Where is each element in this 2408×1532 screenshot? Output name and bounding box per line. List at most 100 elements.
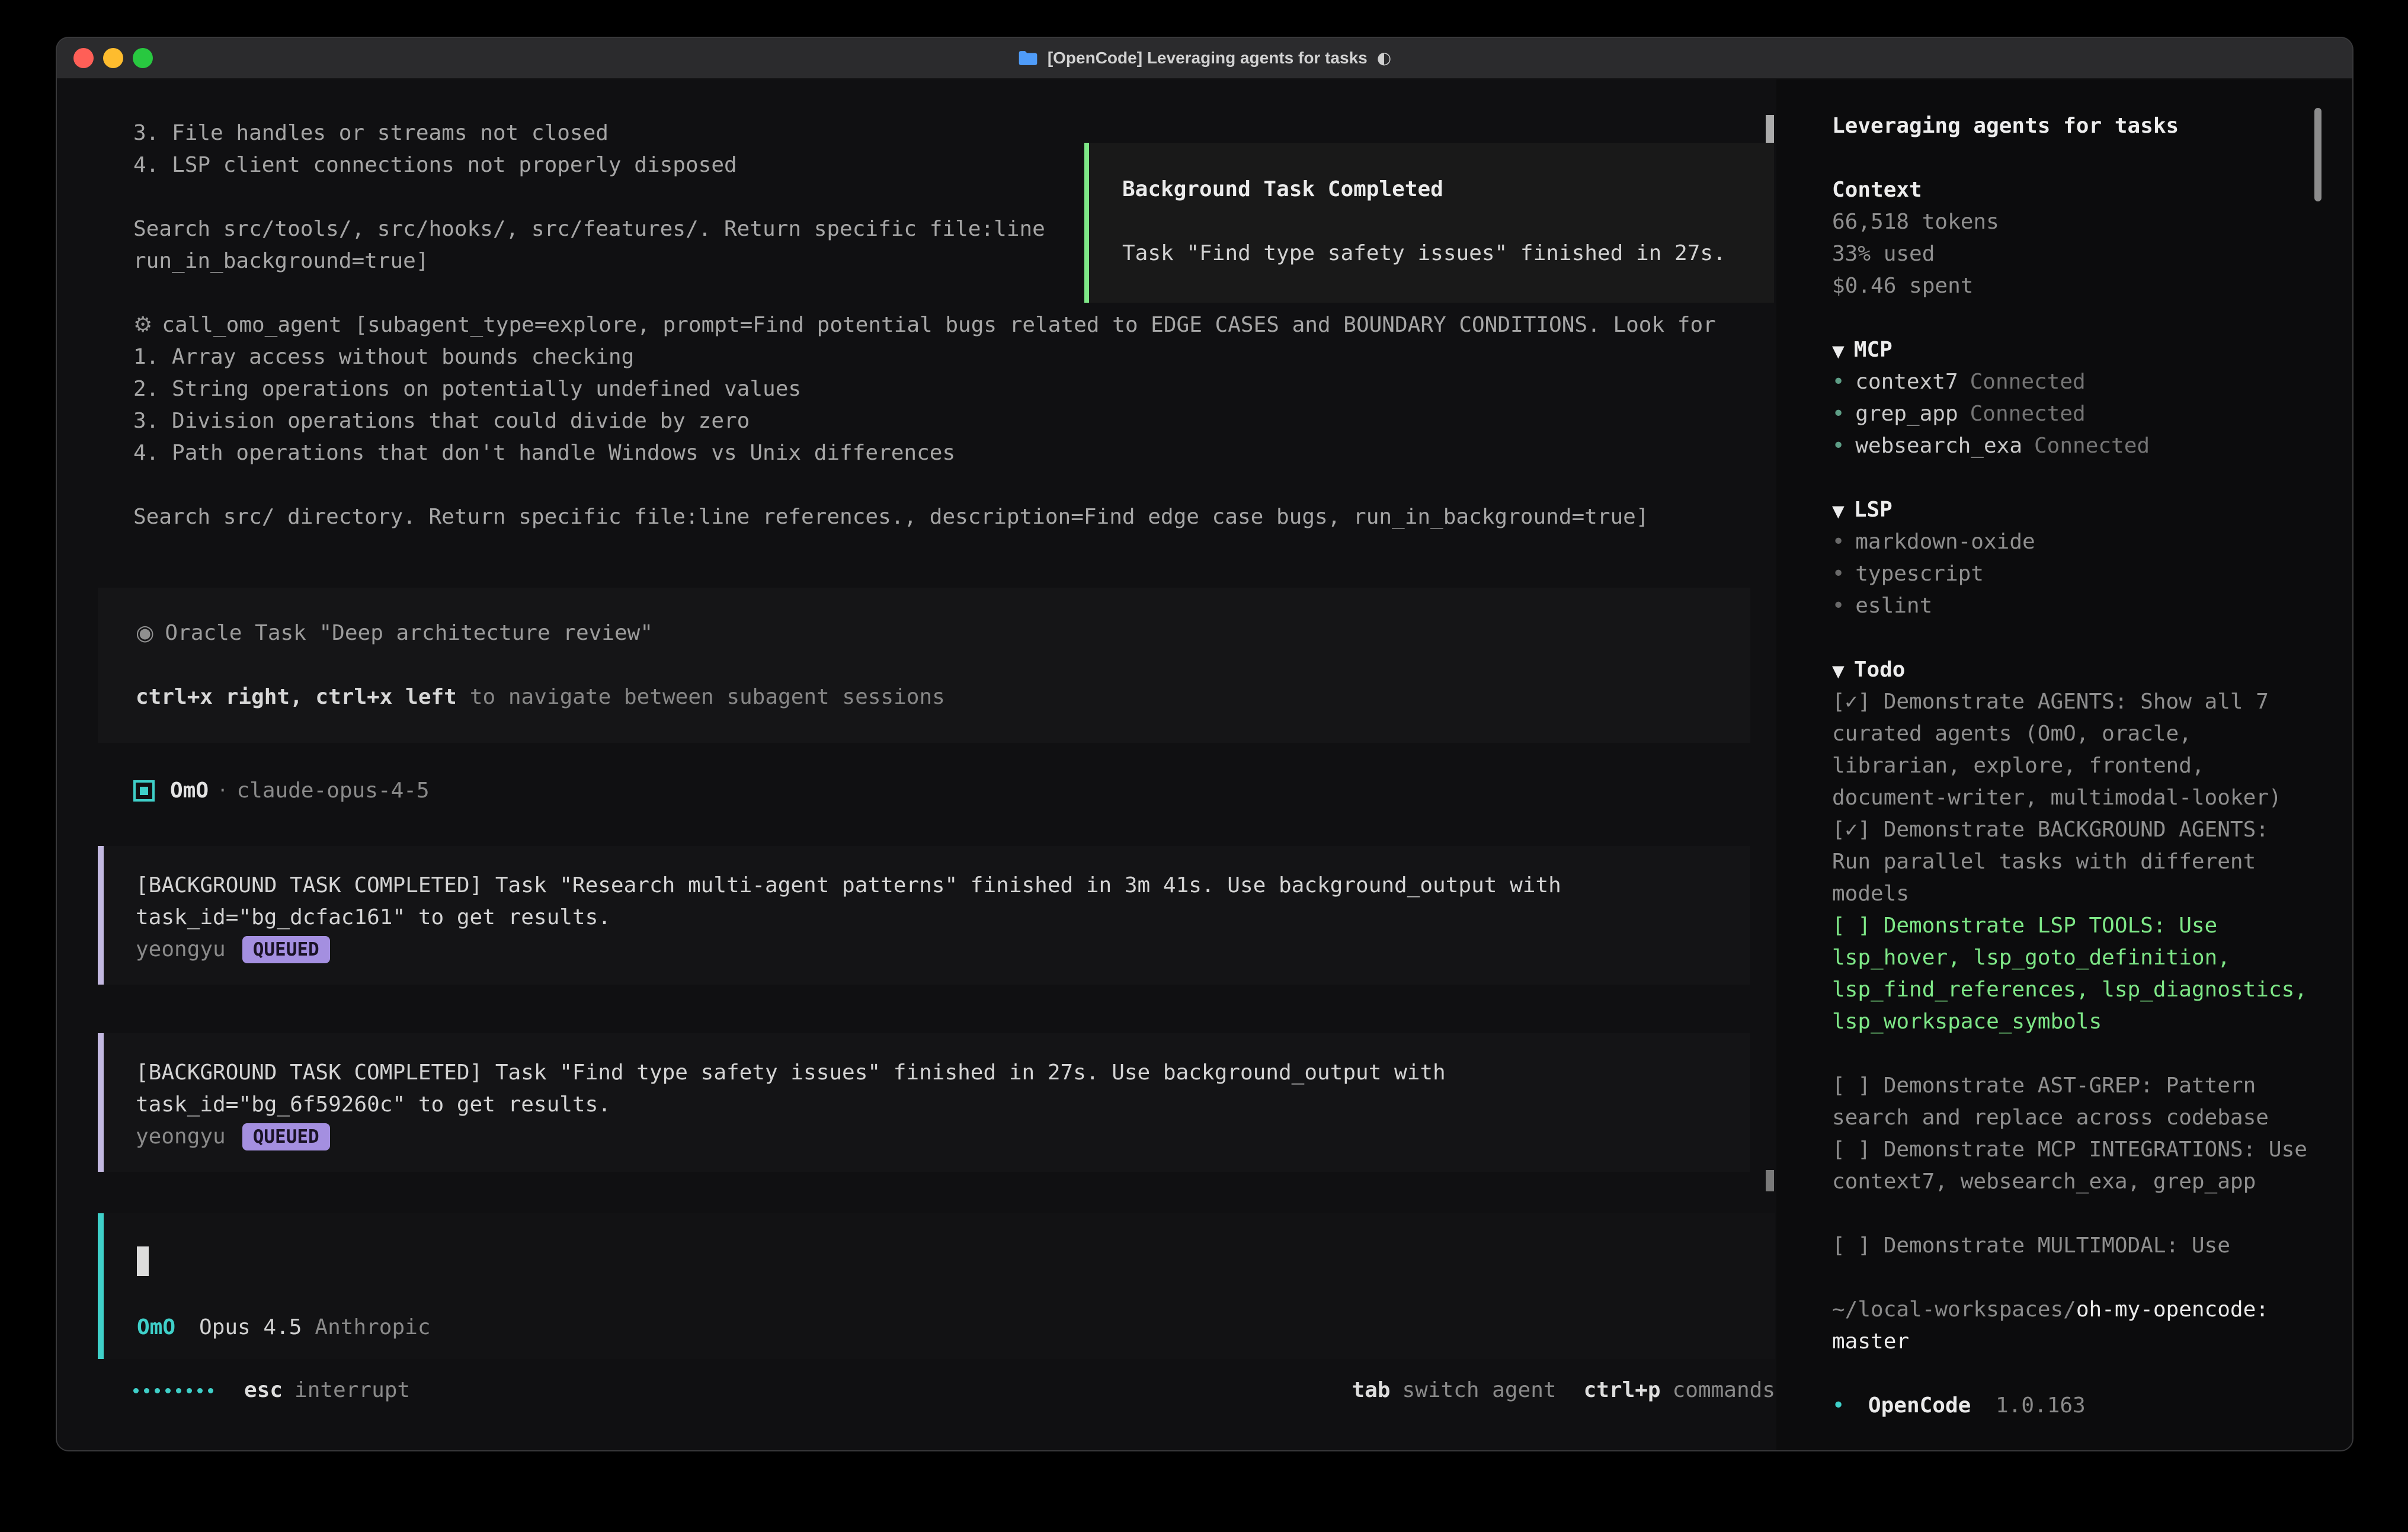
oracle-navigation-hint: ctrl+x right, ctrl+x left to navigate bet…: [136, 681, 1712, 713]
terminal-line: 1. Array access without bounds checking: [98, 341, 1750, 373]
todo-section: ▼Todo [✓] Demonstrate AGENTS: Show all 7…: [1832, 654, 2319, 1262]
app-version: • OpenCode 1.0.163: [1832, 1390, 2319, 1422]
window-title: [OpenCode] Leveraging agents for tasks ◐: [57, 38, 2352, 78]
todo-heading[interactable]: ▼Todo: [1832, 654, 2319, 686]
mcp-item: •context7Connected: [1832, 366, 2319, 398]
background-task-toast: Background Task Completed Task "Find typ…: [1084, 143, 1774, 303]
todo-item: [ ] Demonstrate MCP INTEGRATIONS: Use co…: [1832, 1134, 2319, 1198]
bullet-icon: •: [1832, 562, 1845, 586]
session-title: Leveraging agents for tasks: [1832, 110, 2319, 142]
text-cursor: [137, 1246, 149, 1276]
chevron-down-icon: ▼: [1832, 502, 1845, 521]
tab-label: switch agent: [1402, 1374, 1556, 1406]
terminal-line: Search src/ directory. Return specific f…: [98, 501, 1750, 533]
toast-title: Background Task Completed: [1122, 174, 1750, 206]
todo-item: [✓] Demonstrate BACKGROUND AGENTS: Run p…: [1832, 814, 2319, 910]
input-model-info: OmO Opus 4.5 Anthropic: [137, 1312, 1742, 1344]
context-tokens: 66,518 tokens: [1832, 206, 2319, 238]
message-author: yeongyu: [136, 934, 226, 966]
tool-call-line: ⚙ call_omo_agent [subagent_type=explore, …: [98, 309, 1750, 341]
bullet-icon: •: [1832, 370, 1845, 394]
input-model-name: Opus 4.5: [199, 1312, 302, 1344]
commands-key: ctrl+p: [1584, 1374, 1661, 1406]
mcp-item: •websearch_exaConnected: [1832, 430, 2319, 462]
esc-label: interrupt: [294, 1374, 410, 1406]
app-version-number: 1.0.163: [1996, 1393, 2086, 1418]
terminal-line: 3. Division operations that could divide…: [98, 405, 1750, 437]
message-text: [BACKGROUND TASK COMPLETED] Task "Find t…: [136, 1057, 1727, 1089]
toast-body: Task "Find type safety issues" finished …: [1122, 238, 1750, 270]
bullet-icon: •: [1832, 1393, 1845, 1418]
close-button[interactable]: [73, 48, 94, 68]
mcp-item: •grep_appConnected: [1832, 398, 2319, 430]
bullet-icon: •: [1832, 530, 1845, 554]
agent-model: claude-opus-4-5: [236, 775, 429, 807]
lsp-item: •eslint: [1832, 590, 2319, 622]
commands-label: commands: [1673, 1374, 1775, 1406]
mcp-heading[interactable]: ▼MCP: [1832, 334, 2319, 366]
tab-hint: tab switch agent: [1352, 1374, 1556, 1406]
background-task-message: [BACKGROUND TASK COMPLETED] Task "Find t…: [98, 1033, 1750, 1172]
record-icon: ◉: [136, 621, 154, 645]
opencode-window: [OpenCode] Leveraging agents for tasks ◐…: [57, 38, 2352, 1450]
chevron-down-icon: ▼: [1832, 342, 1845, 361]
todo-item: [✓] Demonstrate AGENTS: Show all 7 curat…: [1832, 686, 2319, 814]
tab-key: tab: [1352, 1374, 1390, 1406]
chevron-down-icon: ▼: [1832, 662, 1845, 681]
agent-session-header: OmO · claude-opus-4-5: [98, 775, 1750, 807]
lsp-section: ▼LSP •markdown-oxide •typescript •eslint: [1832, 494, 2319, 622]
traffic-lights: [73, 48, 153, 68]
todo-item: [ ] Demonstrate MULTIMODAL: Use: [1832, 1230, 2319, 1262]
bullet-icon: •: [1832, 594, 1845, 618]
hint-keys: ctrl+x right, ctrl+x left: [136, 685, 457, 709]
terminal-main: 3. File handles or streams not closed 4.…: [57, 79, 1776, 1450]
status-badge: QUEUED: [242, 936, 330, 963]
context-spent: $0.46 spent: [1832, 270, 2319, 302]
context-section: Context 66,518 tokens 33% used $0.46 spe…: [1832, 174, 2319, 302]
spinner-icon: ◐: [1377, 42, 1391, 74]
workspace-path: ~/local-workspaces/: [1832, 1297, 2076, 1322]
maximize-button[interactable]: [133, 48, 153, 68]
todo-item: [ ] Demonstrate AST-GREP: Pattern search…: [1832, 1070, 2319, 1134]
status-badge: QUEUED: [242, 1123, 330, 1150]
status-bar: esc interrupt tab switch agent ctrl+p co…: [98, 1374, 1775, 1406]
activity-dots-icon: [133, 1388, 213, 1393]
todo-item: [ ] Demonstrate LSP TOOLS: Use lsp_hover…: [1832, 910, 2319, 1038]
message-text: task_id="bg_dcfac161" to get results.: [136, 902, 1727, 934]
history-scrollbar-thumb[interactable]: [1766, 1170, 1774, 1191]
background-task-message: [BACKGROUND TASK COMPLETED] Task "Resear…: [98, 846, 1750, 985]
hint-text: to navigate between subagent sessions: [470, 685, 945, 709]
app-name: OpenCode: [1868, 1393, 1971, 1418]
mcp-section: ▼MCP •context7Connected •grep_appConnect…: [1832, 334, 2319, 462]
window-title-text: [OpenCode] Leveraging agents for tasks: [1048, 42, 1368, 74]
lsp-heading[interactable]: ▼LSP: [1832, 494, 2319, 526]
prompt-input[interactable]: OmO Opus 4.5 Anthropic: [98, 1213, 1775, 1359]
minimize-button[interactable]: [103, 48, 123, 68]
terminal-line: 2. String operations on potentially unde…: [98, 373, 1750, 405]
terminal-line: 4. Path operations that don't handle Win…: [98, 437, 1750, 469]
workspace-branch: master: [1832, 1326, 2319, 1358]
message-text: task_id="bg_6f59260c" to get results.: [136, 1089, 1727, 1121]
folder-icon: [1018, 50, 1038, 66]
lsp-item: •markdown-oxide: [1832, 526, 2319, 558]
separator-dot: ·: [219, 775, 226, 807]
sidebar-scrollbar-thumb[interactable]: [2314, 108, 2321, 201]
input-agent-name: OmO: [137, 1312, 175, 1344]
message-text: [BACKGROUND TASK COMPLETED] Task "Resear…: [136, 870, 1727, 902]
esc-key: esc: [244, 1374, 283, 1406]
agent-name: OmO: [170, 775, 209, 807]
input-provider-name: Anthropic: [315, 1312, 430, 1344]
tool-call-text: call_omo_agent [subagent_type=explore, p…: [162, 313, 1716, 337]
terminal-line: [98, 469, 1750, 501]
oracle-task-panel: ◉Oracle Task "Deep architecture review" …: [98, 588, 1750, 743]
context-heading: Context: [1832, 174, 2319, 206]
workspace-name: oh-my-opencode:: [2076, 1297, 2269, 1322]
titlebar: [OpenCode] Leveraging agents for tasks ◐: [57, 38, 2352, 79]
commands-hint: ctrl+p commands: [1584, 1374, 1775, 1406]
oracle-task-title: ◉Oracle Task "Deep architecture review": [136, 617, 1712, 649]
lsp-item: •typescript: [1832, 558, 2319, 590]
context-used: 33% used: [1832, 238, 2319, 270]
message-author: yeongyu: [136, 1121, 226, 1153]
gear-icon: ⚙: [133, 313, 152, 337]
bullet-icon: •: [1832, 434, 1845, 458]
